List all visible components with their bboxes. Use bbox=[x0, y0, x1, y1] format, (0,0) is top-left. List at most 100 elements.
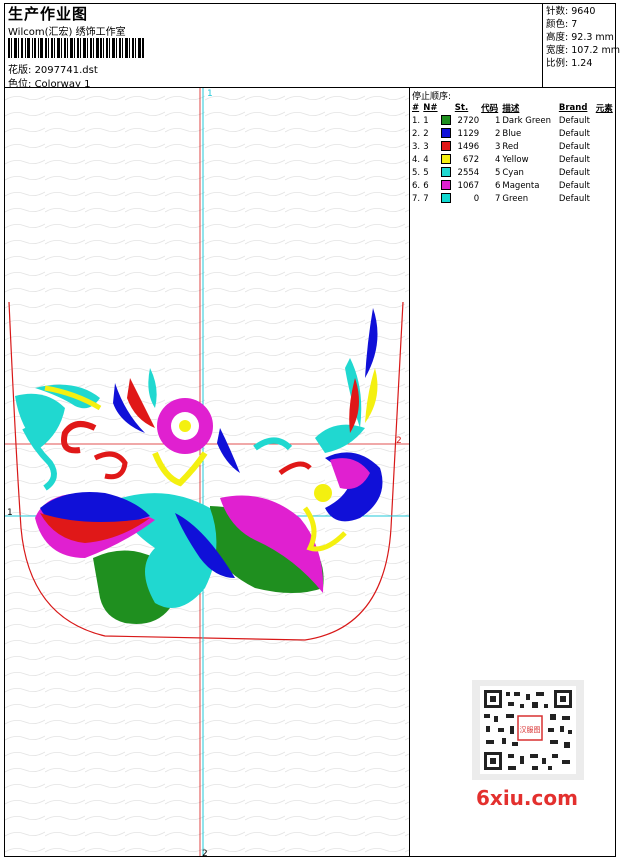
row-index: 5. bbox=[412, 167, 421, 178]
col-number: N# bbox=[423, 102, 438, 113]
row-number: 4 bbox=[423, 154, 429, 165]
pattern-line: 花版: 2097741.dst bbox=[8, 61, 98, 76]
stat-height: 高度: 92.3 mm bbox=[546, 32, 614, 43]
color-swatch bbox=[441, 180, 452, 191]
row-description: Magenta bbox=[502, 180, 540, 191]
color-swatch bbox=[441, 193, 452, 204]
watermark-text: 6xiu.com bbox=[476, 786, 578, 810]
qr-code: 汉服图 bbox=[472, 680, 584, 780]
row-stitches: 672 bbox=[462, 154, 480, 165]
yellow-flower-center bbox=[179, 420, 191, 432]
color-row: 2. 2 1129 2 Blue Default bbox=[411, 127, 616, 140]
color-table-header: # N# St. 代码 描述 Brand 元素 bbox=[411, 101, 616, 114]
row-code: 4 bbox=[494, 154, 501, 165]
row-code: 2 bbox=[494, 128, 501, 139]
row-brand: Default bbox=[558, 115, 590, 126]
row-description: Blue bbox=[502, 128, 522, 139]
row-swatch bbox=[440, 114, 453, 127]
row-element bbox=[595, 153, 616, 166]
row-element bbox=[595, 179, 616, 192]
row-element bbox=[595, 166, 616, 179]
row-code: 1 bbox=[494, 115, 501, 126]
row-code: 5 bbox=[494, 167, 501, 178]
row-number: 2 bbox=[423, 128, 429, 139]
color-row: 7. 7 0 7 Green Default bbox=[411, 192, 616, 205]
row-stitches: 2554 bbox=[457, 167, 480, 178]
row-brand: Default bbox=[558, 141, 590, 152]
color-swatch bbox=[441, 141, 452, 152]
sheet-title: 生产作业图 bbox=[8, 5, 89, 23]
row-swatch bbox=[440, 192, 453, 205]
row-stitches: 0 bbox=[473, 193, 480, 204]
color-row: 5. 5 2554 5 Cyan Default bbox=[411, 166, 616, 179]
row-swatch bbox=[440, 127, 453, 140]
row-number: 5 bbox=[423, 167, 429, 178]
row-element bbox=[595, 127, 616, 140]
row-code: 7 bbox=[494, 193, 501, 204]
row-index: 4. bbox=[412, 154, 421, 165]
yellow-bud-right bbox=[314, 484, 332, 502]
row-swatch bbox=[440, 166, 453, 179]
row-index: 6. bbox=[412, 180, 421, 191]
row-element bbox=[595, 192, 616, 205]
stat-width: 宽度: 107.2 mm bbox=[546, 45, 620, 56]
row-brand: Default bbox=[558, 128, 590, 139]
col-swatch bbox=[440, 101, 453, 114]
row-number: 6 bbox=[423, 180, 429, 191]
row-index: 2. bbox=[412, 128, 421, 139]
color-row: 3. 3 1496 3 Red Default bbox=[411, 140, 616, 153]
col-index: # bbox=[412, 102, 420, 113]
qr-stamp-text: 汉服图 bbox=[520, 726, 541, 734]
row-description: Cyan bbox=[502, 167, 524, 178]
row-brand: Default bbox=[558, 154, 590, 165]
studio-name: Wilcom(汇宏) 绣饰工作室 bbox=[8, 27, 126, 38]
row-description: Green bbox=[502, 193, 529, 204]
color-swatch bbox=[441, 128, 452, 139]
row-stitches: 2720 bbox=[457, 115, 480, 126]
row-swatch bbox=[440, 140, 453, 153]
row-element bbox=[595, 114, 616, 127]
color-swatch bbox=[441, 115, 452, 126]
design-canvas: 1 2 1 2 bbox=[5, 88, 409, 856]
guide-label-top: 1 bbox=[207, 89, 213, 99]
row-index: 1. bbox=[412, 115, 421, 126]
row-swatch bbox=[440, 179, 453, 192]
row-index: 3. bbox=[412, 141, 421, 152]
row-number: 3 bbox=[423, 141, 429, 152]
guide-label-right: 2 bbox=[396, 436, 402, 446]
barcode-icon bbox=[8, 38, 144, 58]
row-brand: Default bbox=[558, 167, 590, 178]
color-swatch bbox=[441, 167, 452, 178]
row-code: 6 bbox=[494, 180, 501, 191]
stat-ratio: 比例: 1.24 bbox=[546, 58, 593, 69]
row-code: 3 bbox=[494, 141, 501, 152]
col-stitches: St. bbox=[454, 102, 469, 113]
guide-label-left: 1 bbox=[7, 508, 13, 518]
col-brand: Brand bbox=[558, 102, 588, 113]
color-row: 1. 1 2720 1 Dark Green Default bbox=[411, 114, 616, 127]
col-code: 代码 bbox=[481, 103, 499, 114]
stat-colors: 颜色: 7 bbox=[546, 19, 578, 30]
row-index: 7. bbox=[412, 193, 421, 204]
row-number: 7 bbox=[423, 193, 429, 204]
guide-label-bottom: 2 bbox=[202, 849, 208, 856]
color-swatch bbox=[441, 154, 452, 165]
col-description: 描述 bbox=[502, 103, 520, 114]
sheet-header: 生产作业图 Wilcom(汇宏) 绣饰工作室 花版: 2097741.dst 色… bbox=[4, 3, 620, 90]
row-brand: Default bbox=[558, 180, 590, 191]
row-description: Dark Green bbox=[502, 115, 551, 126]
stat-stitches: 针数: 9640 bbox=[546, 6, 596, 17]
row-number: 1 bbox=[423, 115, 429, 126]
stats-box: 针数: 9640 颜色: 7 高度: 92.3 mm 宽度: 107.2 mm … bbox=[542, 3, 620, 87]
color-table: # N# St. 代码 描述 Brand 元素 1. 1 2720 1 Dark Gre… bbox=[411, 101, 616, 205]
row-stitches: 1067 bbox=[457, 180, 480, 191]
row-description: Red bbox=[502, 141, 519, 152]
col-element: 元素 bbox=[595, 103, 613, 114]
color-row: 6. 6 1067 6 Magenta Default bbox=[411, 179, 616, 192]
row-stitches: 1496 bbox=[457, 141, 480, 152]
row-description: Yellow bbox=[502, 154, 529, 165]
row-swatch bbox=[440, 153, 453, 166]
row-brand: Default bbox=[558, 193, 590, 204]
embroidery-preview: 1 2 1 2 bbox=[5, 88, 409, 856]
row-element bbox=[595, 140, 616, 153]
